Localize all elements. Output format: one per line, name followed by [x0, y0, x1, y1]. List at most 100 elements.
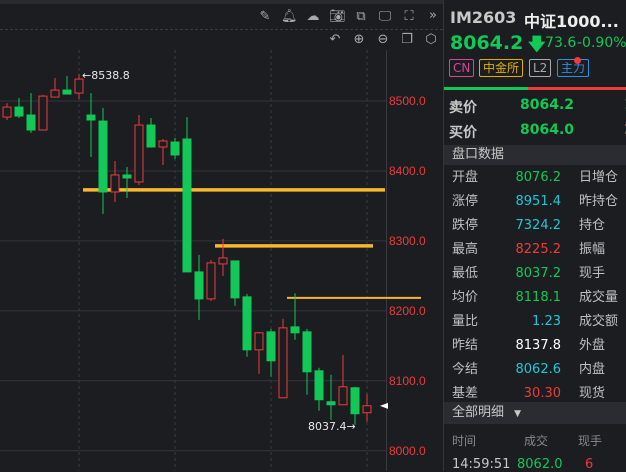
candle-down: [266, 331, 276, 362]
y-tick-label: 8500.0: [389, 94, 426, 109]
orderbook-header: 盘口数据: [444, 145, 626, 165]
col-qty: 现手: [578, 434, 603, 448]
candle-up: [38, 95, 48, 131]
row-right-label: 内盘: [579, 362, 606, 377]
y-tick-label: 8200.0: [389, 303, 426, 318]
candle-down: [98, 120, 108, 193]
row-value: 8225.2: [515, 242, 562, 257]
orderbook-row: 均价 8118.1 成交量: [444, 286, 626, 310]
chart-plot[interactable]: [0, 0, 443, 471]
row-value: 7324.2: [515, 218, 562, 233]
row-value: 8118.1: [515, 290, 562, 305]
candle-down: [170, 141, 180, 156]
candle-down: [350, 387, 360, 415]
candle-down: [302, 331, 312, 373]
candle-up: [254, 332, 264, 351]
detail-qty: 6: [585, 457, 594, 472]
candle-down: [290, 326, 300, 334]
y-tick-label: 8300.0: [389, 233, 426, 248]
bid-price: 8064.0: [520, 122, 575, 138]
candle-down: [326, 401, 336, 406]
details-header[interactable]: 全部明细 ▼: [444, 402, 626, 424]
candle-down: [314, 370, 324, 401]
orderbook-row: 开盘 8076.2 日增仓: [444, 166, 626, 190]
tag-0[interactable]: CN: [449, 59, 475, 77]
row-value: 8951.4: [515, 194, 562, 209]
row-right-label: 振幅: [579, 242, 606, 257]
row-value: 8037.2: [515, 266, 562, 281]
candle-down: [14, 106, 24, 117]
orderbook-row: 涨停 8951.4 昨持仓: [444, 190, 626, 214]
candle-up: [206, 262, 216, 300]
ask-price: 8064.2: [520, 97, 575, 113]
candle-up: [134, 124, 144, 183]
candle-up: [50, 89, 60, 98]
row-label: 最低: [452, 266, 479, 281]
orderbook-row: 量比 1.23 成交额: [444, 310, 626, 334]
bid-label: 买价: [449, 125, 477, 141]
row-right-label: 持仓: [579, 218, 606, 233]
orderbook-row: 今结 8062.6 内盘: [444, 358, 626, 382]
row-label: 开盘: [452, 170, 479, 185]
row-right-label: 日增仓: [579, 170, 619, 185]
tag-2[interactable]: L2: [529, 59, 552, 77]
details-title: 全部明细: [452, 405, 505, 420]
last-price: 8064.2: [450, 32, 524, 54]
ask-label: 卖价: [449, 100, 477, 116]
row-label: 涨停: [452, 194, 479, 209]
row-label: 今结: [452, 362, 479, 377]
notification-dot: [574, 57, 581, 64]
detail-price: 8062.0: [517, 457, 563, 472]
y-tick-label: 8000.0: [389, 443, 426, 458]
row-right-label: 成交量: [579, 290, 619, 305]
row-value: 8076.2: [515, 170, 562, 185]
tag-3[interactable]: 主力: [557, 59, 590, 77]
candle-up: [158, 140, 168, 148]
candle-down: [26, 114, 36, 131]
orderbook-row: 最高 8225.2 振幅: [444, 238, 626, 262]
low-label: 8037.4→: [308, 420, 356, 433]
price-change-pct: -0.90%: [577, 35, 626, 51]
candle-down: [146, 124, 156, 148]
col-time: 时间: [452, 434, 477, 448]
row-label: 量比: [452, 314, 479, 329]
last-price-marker: [380, 402, 388, 409]
tag-1[interactable]: 中金所: [479, 59, 524, 77]
candle-down: [122, 174, 132, 179]
contract-code: IM2603: [450, 8, 517, 27]
candle-up: [278, 327, 288, 399]
row-right-label: 昨持仓: [579, 194, 619, 209]
candle-up: [2, 106, 12, 118]
row-right-label: 外盘: [579, 338, 606, 353]
candle-down: [86, 114, 96, 121]
candle-down: [242, 296, 252, 351]
candle-up: [218, 257, 228, 265]
row-label: 最高: [452, 242, 479, 257]
col-price: 成交: [524, 434, 549, 448]
y-tick-label: 8100.0: [389, 373, 426, 388]
orderbook-row: 跌停 7324.2 持仓: [444, 214, 626, 238]
bid-ask-ratio-bar: [444, 87, 626, 90]
price-change: -73.6: [540, 35, 577, 51]
contract-name: 中证1000...: [524, 12, 619, 31]
dropdown-icon[interactable]: ▼: [514, 409, 521, 419]
candle-down: [230, 260, 240, 299]
candle-down: [62, 89, 72, 95]
candle-up: [362, 405, 372, 414]
row-label: 昨结: [452, 338, 479, 353]
orderbook-row: 昨结 8137.8 外盘: [444, 334, 626, 358]
candlestick-chart[interactable]: ✎ 🔔︎ ☁ 📷︎ ⧉ 🖵 ⛶» ↶ ⊕ ⊖ ❐ ⬡ 8500.0 8400.0 8300.0 8200.…: [0, 0, 443, 471]
quote-panel: IM2603 中证1000... 8064.2 🡇 -73.6 -0.90% C…: [443, 0, 626, 472]
row-label: 跌停: [452, 218, 479, 233]
candle-up: [110, 174, 120, 193]
candle-down: [194, 271, 204, 300]
high-label: ←8538.8: [82, 69, 130, 82]
detail-time: 14:59:51: [452, 457, 511, 472]
row-label: 均价: [452, 290, 479, 305]
row-value: 8137.8: [515, 338, 562, 353]
orderbook-row: 最低 8037.2 现手: [444, 262, 626, 286]
row-right-label: 成交额: [579, 314, 619, 329]
row-value: 1.23: [532, 314, 561, 329]
row-right-label: 现手: [579, 266, 606, 281]
row-value: 8062.6: [515, 362, 562, 377]
